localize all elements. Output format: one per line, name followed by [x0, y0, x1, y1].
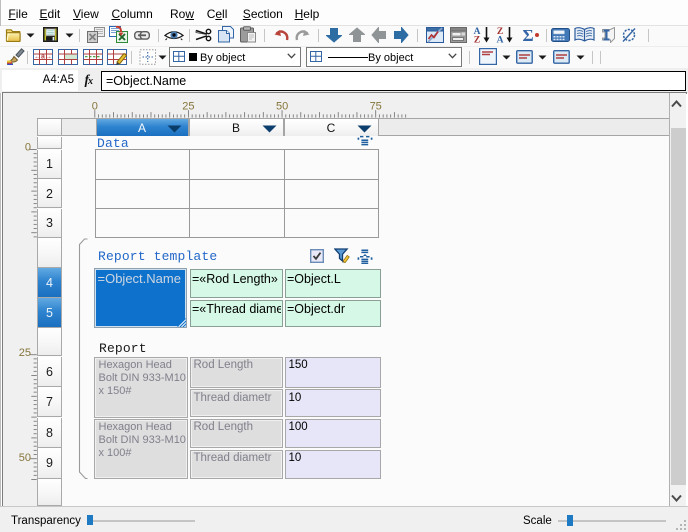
svg-text:0: 0 [25, 142, 31, 154]
svg-text:25: 25 [19, 347, 31, 359]
svg-text:50: 50 [19, 452, 31, 464]
